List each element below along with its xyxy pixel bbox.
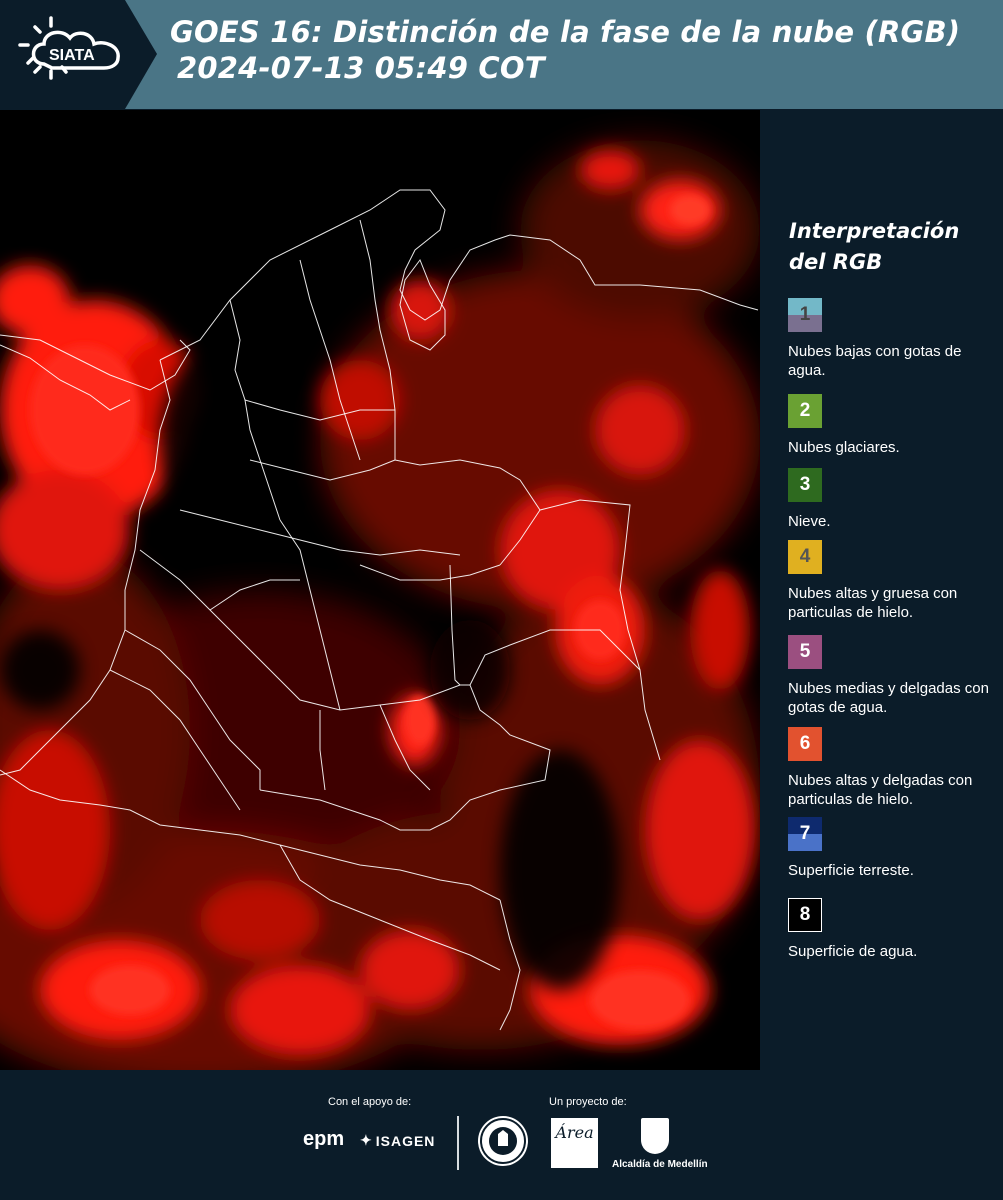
legend-label: Nubes altas y gruesa con particulas de h… <box>788 585 958 621</box>
legend-swatch: 5 <box>788 635 822 669</box>
legend-swatch: 3 <box>788 468 822 502</box>
isagen-text: ISAGEN <box>375 1132 436 1149</box>
satellite-map <box>0 110 760 1070</box>
page-title: GOES 16: Distinción de la fase de la nub… <box>170 14 960 86</box>
title-line-2: 2024-07-13 05:49 COT <box>177 51 545 85</box>
legend-swatch: 6 <box>788 727 822 761</box>
legend-label: Superficie de agua. <box>788 943 918 960</box>
legend-label: Nieve. <box>788 513 831 530</box>
project-label: Un proyecto de: <box>549 1096 627 1108</box>
legend-panel: Interpretación del RGB 1 Nubes bajas con … <box>760 110 1003 1070</box>
legend-label: Nubes bajas con gotas de agua. <box>788 343 962 379</box>
epm-logo: epm <box>303 1128 345 1150</box>
seal-logo <box>478 1116 528 1166</box>
support-label: Con el apoyo de: <box>328 1096 412 1108</box>
legend-number: 4 <box>799 546 811 567</box>
legend-swatch: 2 <box>788 394 822 428</box>
legend-title-line-2: del RGB <box>789 250 883 274</box>
legend-item: 6 Nubes altas y delgadas con particulas d… <box>788 727 1000 809</box>
legend-number: 5 <box>799 641 811 662</box>
legend-swatch: 8 <box>788 898 822 932</box>
legend-number: 8 <box>799 904 811 925</box>
legend-item: 1 Nubes bajas con gotas de agua. <box>788 298 1000 380</box>
map-svg <box>0 110 760 1070</box>
legend-swatch: 1 <box>788 298 822 332</box>
siata-logo-text: SIATA <box>49 47 95 64</box>
legend-swatch: 4 <box>788 540 822 574</box>
legend-label: Nubes glaciares. <box>788 439 900 456</box>
title-line-1: GOES 16: Distinción de la fase de la nub… <box>170 15 961 49</box>
medellin-shield-icon <box>641 1118 669 1154</box>
siata-logo: SIATA <box>0 0 160 109</box>
legend-number: 3 <box>799 474 811 495</box>
legend-item: 5 Nubes medias y delgadas con gotas de ag… <box>788 635 1000 717</box>
legend-item: 8 Superficie de agua. <box>788 898 1000 961</box>
legend-title: Interpretación del RGB <box>789 216 959 278</box>
legend-title-line-1: Interpretación <box>789 219 960 243</box>
legend-number: 1 <box>799 304 811 325</box>
legend-item: 4 Nubes altas y gruesa con particulas de … <box>788 540 1000 622</box>
legend-item: 2 Nubes glaciares. <box>788 394 1000 457</box>
legend-swatch: 7 <box>788 817 822 851</box>
legend-number: 7 <box>799 823 811 844</box>
legend-number: 2 <box>799 400 811 421</box>
legend-label: Nubes medias y delgadas con gotas de agu… <box>788 680 989 716</box>
legend-label: Superficie terreste. <box>788 862 914 879</box>
footer: Con el apoyo de: Un proyecto de: epm ✦ I… <box>0 1070 1003 1200</box>
footer-divider <box>457 1116 459 1170</box>
isagen-icon: ✦ <box>360 1132 373 1148</box>
area-metropolitana-logo: Área <box>551 1118 598 1168</box>
legend-number: 6 <box>799 733 811 754</box>
medellin-logo-text: Alcaldía de Medellín <box>612 1159 708 1170</box>
isagen-logo: ✦ ISAGEN <box>360 1132 435 1149</box>
legend-item: 7 Superficie terreste. <box>788 817 1000 880</box>
legend-label: Nubes altas y delgadas con particulas de… <box>788 772 973 808</box>
header-bar: SIATA GOES 16: Distinción de la fase de … <box>0 0 1003 109</box>
legend-item: 3 Nieve. <box>788 468 1000 531</box>
